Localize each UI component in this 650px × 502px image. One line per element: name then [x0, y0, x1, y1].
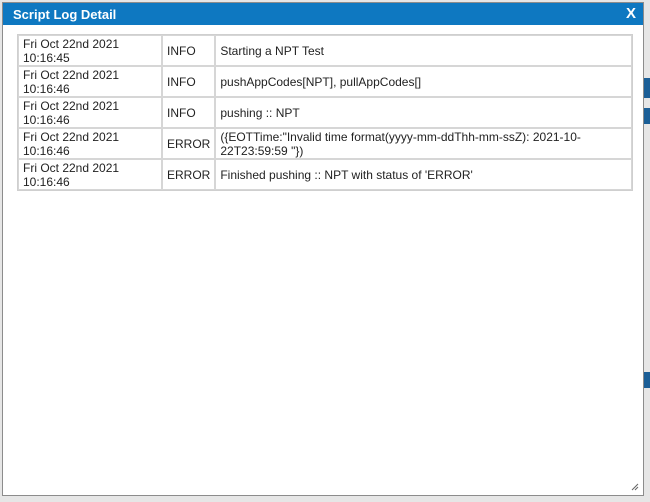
log-content: Fri Oct 22nd 2021 10:16:45 INFO Starting…	[17, 34, 633, 191]
dialog-title: Script Log Detail	[13, 7, 117, 22]
log-message: Finished pushing :: NPT with status of '…	[215, 159, 632, 190]
log-level: ERROR	[162, 128, 216, 159]
table-row: Fri Oct 22nd 2021 10:16:46 ERROR Finishe…	[18, 159, 632, 190]
log-table: Fri Oct 22nd 2021 10:16:45 INFO Starting…	[17, 34, 633, 191]
table-row: Fri Oct 22nd 2021 10:16:46 ERROR ({EOTTi…	[18, 128, 632, 159]
log-message: Starting a NPT Test	[215, 35, 632, 66]
resize-grip-icon[interactable]	[631, 483, 639, 491]
log-time: Fri Oct 22nd 2021 10:16:46	[18, 128, 162, 159]
log-level: INFO	[162, 97, 216, 128]
table-row: Fri Oct 22nd 2021 10:16:46 INFO pushAppC…	[18, 66, 632, 97]
table-row: Fri Oct 22nd 2021 10:16:46 INFO pushing …	[18, 97, 632, 128]
log-level: INFO	[162, 35, 216, 66]
dialog-titlebar: Script Log Detail X	[3, 3, 643, 25]
log-time: Fri Oct 22nd 2021 10:16:46	[18, 159, 162, 190]
log-message: pushing :: NPT	[215, 97, 632, 128]
background-stripe	[644, 372, 650, 388]
log-level: ERROR	[162, 159, 216, 190]
background-stripe	[644, 78, 650, 98]
background-stripe	[644, 108, 650, 124]
log-message: ({EOTTime:"Invalid time format(yyyy-mm-d…	[215, 128, 632, 159]
close-button[interactable]: X	[626, 5, 636, 22]
log-message: pushAppCodes[NPT], pullAppCodes[]	[215, 66, 632, 97]
script-log-dialog: Script Log Detail X Fri Oct 22nd 2021 10…	[2, 2, 644, 496]
log-level: INFO	[162, 66, 216, 97]
log-time: Fri Oct 22nd 2021 10:16:46	[18, 66, 162, 97]
log-time: Fri Oct 22nd 2021 10:16:45	[18, 35, 162, 66]
log-time: Fri Oct 22nd 2021 10:16:46	[18, 97, 162, 128]
table-row: Fri Oct 22nd 2021 10:16:45 INFO Starting…	[18, 35, 632, 66]
